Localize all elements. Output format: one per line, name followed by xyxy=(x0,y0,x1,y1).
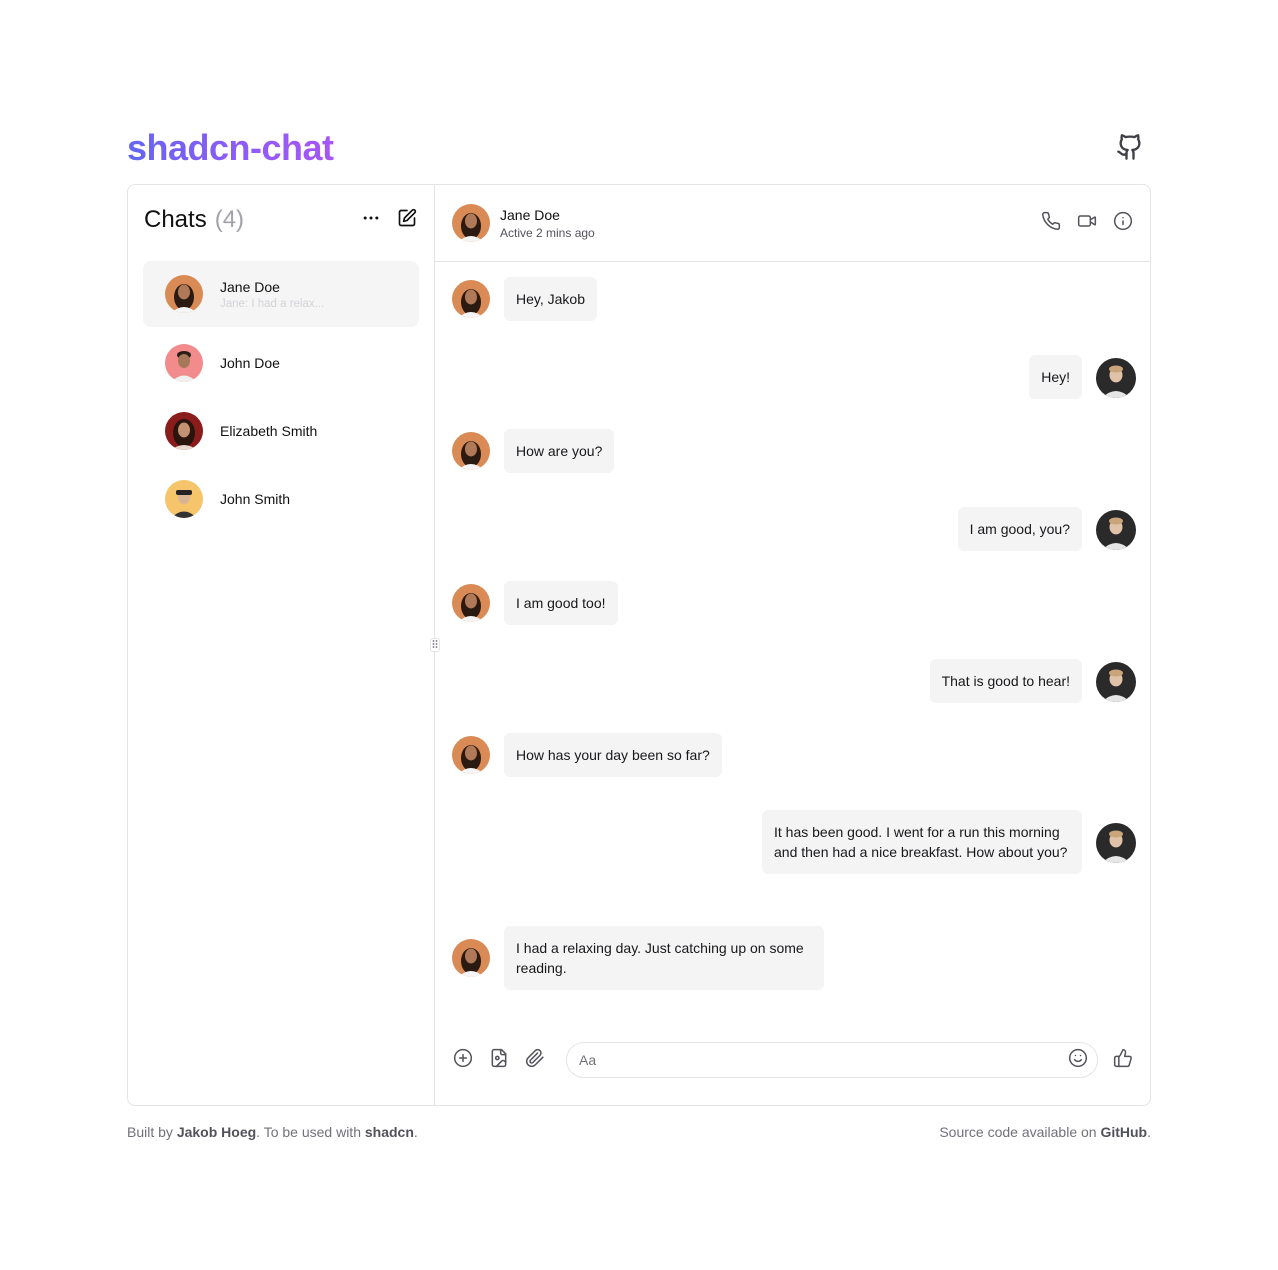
video-icon xyxy=(1077,211,1097,236)
message-incoming: How are you? xyxy=(452,429,615,473)
message-incoming: I had a relaxing day. Just catching up o… xyxy=(452,926,824,990)
author-link[interactable]: Jakob Hoeg xyxy=(177,1124,256,1140)
sidebar: Chats (4) Jane Doe Jane: I had a relax..… xyxy=(128,185,435,1105)
chat-item-name: Elizabeth Smith xyxy=(220,423,318,439)
info-button[interactable] xyxy=(1112,211,1134,236)
chat-window: Chats (4) Jane Doe Jane: I had a relax..… xyxy=(127,184,1151,1106)
message-incoming: I am good too! xyxy=(452,581,618,625)
like-button[interactable] xyxy=(1112,1048,1134,1073)
footer-source-suffix: . xyxy=(1147,1124,1151,1140)
chat-item-name: Jane Doe xyxy=(220,278,280,295)
sidebar-title: Chats (4) xyxy=(144,206,244,234)
chat-item-name: John Smith xyxy=(220,491,291,507)
avatar-elizabeth xyxy=(165,412,203,450)
message-bubble: Hey, Jakob xyxy=(504,277,597,321)
avatar-jane xyxy=(452,939,490,977)
grip-icon xyxy=(432,636,438,654)
message-incoming: Hey, Jakob xyxy=(452,277,597,321)
message-input[interactable] xyxy=(579,1052,1067,1068)
message-bubble: It has been good. I went for a run this … xyxy=(762,810,1082,874)
avatar-jakob xyxy=(1096,823,1136,863)
avatar-jane xyxy=(452,584,490,622)
message-bubble: How has your day been so far? xyxy=(504,733,722,777)
info-icon xyxy=(1113,211,1133,236)
message-list: Hey, Jakob Hey! How are you? I am good, … xyxy=(435,262,1150,1029)
thumbs-up-icon xyxy=(1113,1048,1133,1073)
contact-name: Jane Doe xyxy=(500,206,560,223)
add-button[interactable] xyxy=(452,1048,474,1073)
message-bubble: That is good to hear! xyxy=(929,659,1082,703)
footer-credit: Built by Jakob Hoeg. To be used with sha… xyxy=(127,1124,418,1140)
contact-status: Active 2 mins ago xyxy=(500,225,595,240)
smile-icon xyxy=(1068,1048,1088,1073)
chat-item-elizabeth-smith[interactable]: Elizabeth Smith xyxy=(143,399,419,463)
message-outgoing: It has been good. I went for a run this … xyxy=(762,810,1136,874)
more-icon xyxy=(361,208,381,233)
video-call-button[interactable] xyxy=(1076,212,1098,234)
chat-item-preview: Jane: I had a relax... xyxy=(220,297,325,310)
message-bubble: I am good, you? xyxy=(957,507,1082,551)
sidebar-title-text: Chats xyxy=(144,206,207,233)
github-icon xyxy=(1116,133,1144,166)
footer-source-prefix: Source code available on xyxy=(939,1124,1101,1140)
message-incoming: How has your day been so far? xyxy=(452,733,722,777)
chat-item-john-smith[interactable]: John Smith xyxy=(143,467,419,531)
image-icon xyxy=(489,1048,509,1073)
plus-circle-icon xyxy=(453,1048,473,1073)
chat-list: Jane Doe Jane: I had a relax... John Doe… xyxy=(128,255,434,537)
avatar-jane xyxy=(452,204,490,242)
phone-icon xyxy=(1041,211,1061,236)
chat-item-john-doe[interactable]: John Doe xyxy=(143,331,419,395)
attach-image-button[interactable] xyxy=(488,1048,510,1073)
shadcn-link[interactable]: shadcn xyxy=(365,1124,414,1140)
avatar-john-doe xyxy=(165,344,203,382)
avatar-jane xyxy=(452,280,490,318)
chat-count: (4) xyxy=(214,206,245,233)
sidebar-header: Chats (4) xyxy=(128,185,434,255)
footer-mid: . To be used with xyxy=(256,1124,365,1140)
avatar-jakob xyxy=(1096,358,1136,398)
call-button[interactable] xyxy=(1040,211,1062,236)
message-outgoing: I am good, you? xyxy=(957,507,1136,551)
message-bubble: I had a relaxing day. Just catching up o… xyxy=(504,926,824,990)
more-button[interactable] xyxy=(360,209,382,231)
resize-handle[interactable] xyxy=(430,638,440,652)
paperclip-icon xyxy=(525,1048,545,1073)
message-outgoing: Hey! xyxy=(1029,355,1136,399)
avatar-john-smith xyxy=(165,480,203,518)
footer-suffix: . xyxy=(413,1124,418,1140)
message-bubble: I am good too! xyxy=(504,581,618,625)
new-chat-button[interactable] xyxy=(396,208,418,233)
message-input-wrapper xyxy=(566,1042,1098,1078)
message-bubble: Hey! xyxy=(1029,355,1082,399)
chat-item-jane-doe[interactable]: Jane Doe Jane: I had a relax... xyxy=(143,261,419,327)
message-bubble: How are you? xyxy=(504,429,615,473)
attach-file-button[interactable] xyxy=(524,1048,546,1073)
emoji-button[interactable] xyxy=(1067,1048,1089,1073)
composer xyxy=(435,1029,1150,1105)
avatar-jakob xyxy=(1096,662,1136,702)
footer-prefix: Built by xyxy=(127,1124,177,1140)
footer-source: Source code available on GitHub. xyxy=(939,1124,1151,1140)
brand: shadcn-chat xyxy=(127,124,334,172)
avatar-jakob xyxy=(1096,510,1136,550)
github-link[interactable] xyxy=(1114,133,1146,165)
page-title: shadcn-chat xyxy=(127,127,334,168)
avatar-jane xyxy=(165,275,203,313)
message-outgoing: That is good to hear! xyxy=(929,659,1136,703)
chat-header: Jane Doe Active 2 mins ago xyxy=(435,185,1150,262)
avatar-jane xyxy=(452,432,490,470)
edit-icon xyxy=(397,208,417,233)
chat-main: Jane Doe Active 2 mins ago Hey, Jakob He… xyxy=(435,185,1150,1105)
github-text-link[interactable]: GitHub xyxy=(1100,1124,1147,1140)
chat-item-name: John Doe xyxy=(220,355,280,371)
avatar-jane xyxy=(452,736,490,774)
